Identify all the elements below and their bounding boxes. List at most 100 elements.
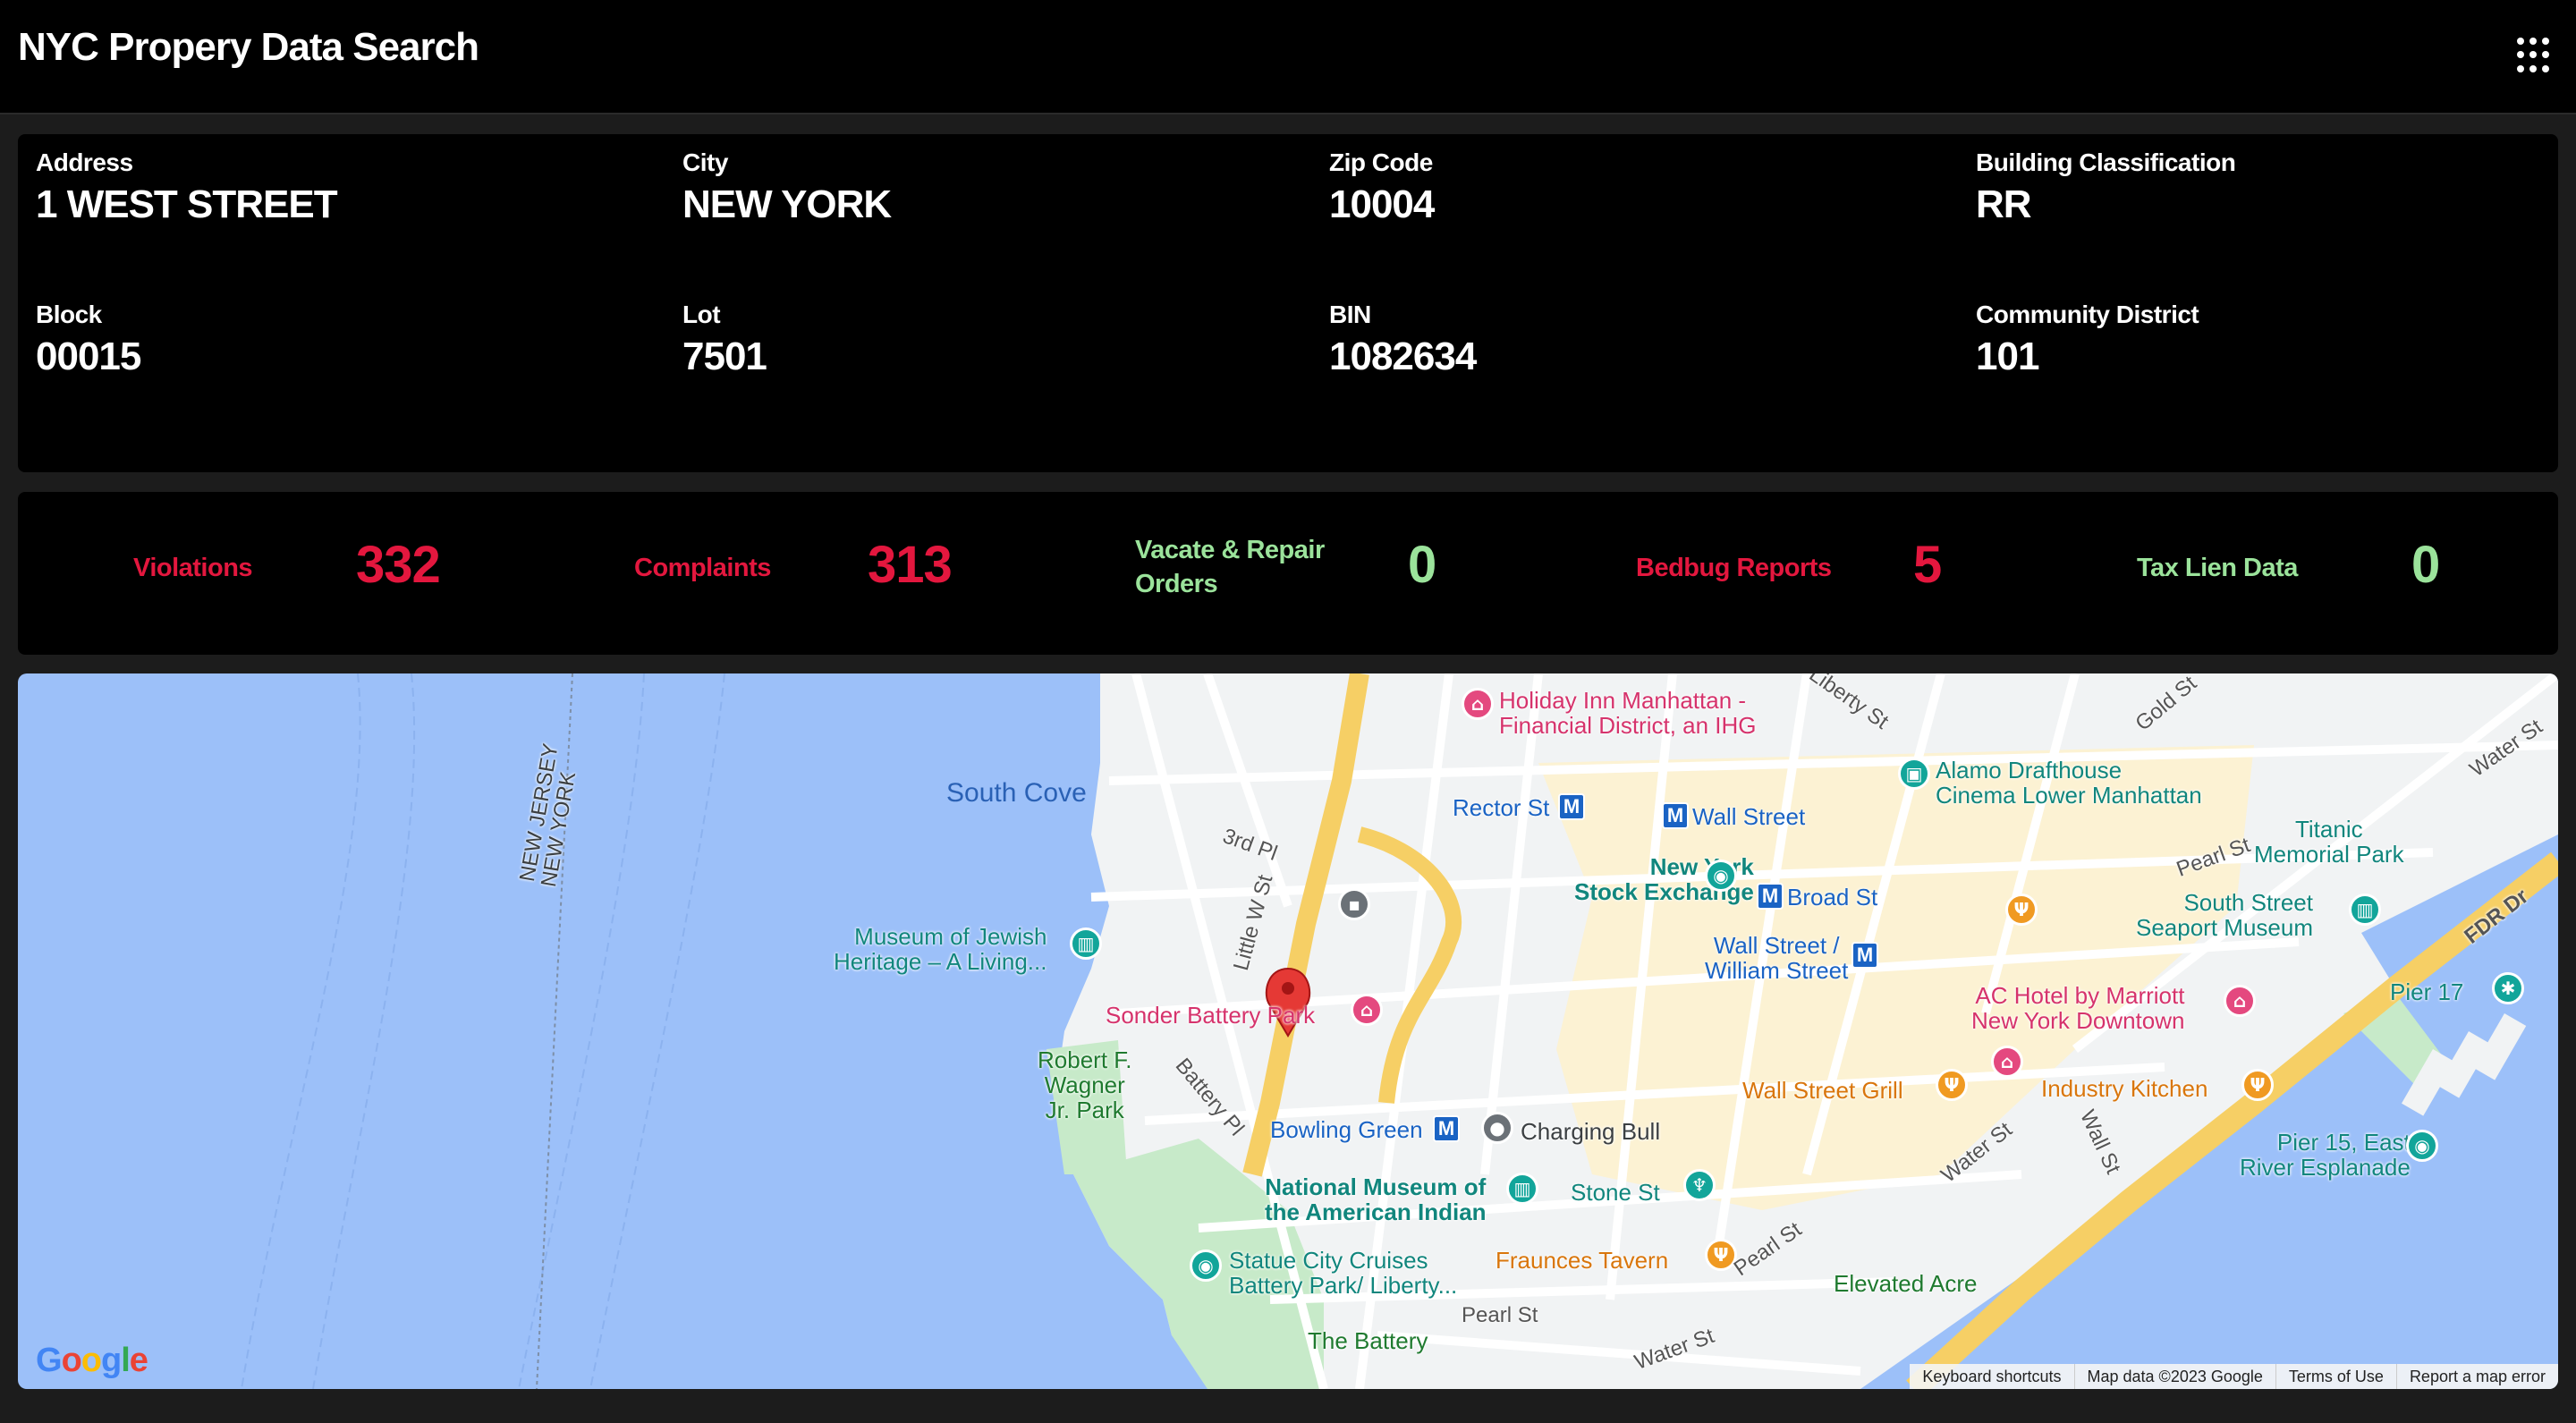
poi-sonder[interactable]: Sonder Battery Park xyxy=(1106,1003,1315,1028)
hotel-icon[interactable]: ⌂ xyxy=(2224,985,2256,1017)
poi-statue-cruises[interactable]: Statue City Cruises Battery Park/ Libert… xyxy=(1229,1248,1457,1298)
apps-grid-icon[interactable] xyxy=(2517,38,2553,73)
poi-titanic[interactable]: Titanic Memorial Park xyxy=(2254,817,2404,867)
poi-charging-bull[interactable]: Charging Bull xyxy=(1521,1119,1660,1144)
poi-seaport-line-1: South Street xyxy=(2183,889,2313,916)
google-logo: Google xyxy=(36,1342,148,1379)
poi-jewish-heritage[interactable]: Museum of Jewish Heritage – A Living... xyxy=(834,924,1046,974)
poi-wall-street-grill[interactable]: Wall Street Grill xyxy=(1742,1078,1903,1103)
restaurant-icon[interactable]: Ψ xyxy=(1936,1069,1968,1101)
vacate-label-line-2: Orders xyxy=(1135,570,1218,598)
hotel-icon[interactable]: ⌂ xyxy=(1462,688,1494,720)
complaints-label[interactable]: Complaints xyxy=(634,551,771,585)
poi-statue-line-2: Battery Park/ Liberty... xyxy=(1229,1272,1458,1299)
address-field: Address 1 WEST STREET xyxy=(36,148,338,227)
district-field: Community District 101 xyxy=(1976,301,2199,379)
subway-icon[interactable]: M xyxy=(1433,1115,1460,1142)
poi-titanic-line-1: Titanic xyxy=(2294,816,2363,843)
poi-wall-william-line-2: William Street xyxy=(1705,957,1849,984)
poi-statue-line-1: Statue City Cruises xyxy=(1229,1247,1428,1274)
poi-industry-kitchen[interactable]: Industry Kitchen xyxy=(2041,1076,2207,1101)
poi-jewish-line-1: Museum of Jewish xyxy=(854,923,1047,950)
poi-wall-william[interactable]: Wall Street / William Street xyxy=(1705,933,1848,983)
taxlien-label[interactable]: Tax Lien Data xyxy=(2137,551,2298,585)
poi-wall-william-line-1: Wall Street / xyxy=(1713,932,1840,959)
poi-fraunces-tavern[interactable]: Fraunces Tavern xyxy=(1496,1248,1668,1273)
block-value: 00015 xyxy=(36,335,141,378)
district-value: 101 xyxy=(1976,335,2039,378)
address-value: 1 WEST STREET xyxy=(36,182,338,226)
landmark-pin-icon[interactable]: ● xyxy=(1481,1112,1513,1144)
poi-alamo-line-2: Cinema Lower Manhattan xyxy=(1936,782,2202,809)
restaurant-icon[interactable]: Ψ xyxy=(2005,894,2038,926)
poi-nmai[interactable]: National Museum of the American Indian xyxy=(1265,1174,1487,1224)
complaints-count[interactable]: 313 xyxy=(868,535,953,595)
subway-icon[interactable]: M xyxy=(1757,883,1784,910)
attraction-icon[interactable]: ✱ xyxy=(2492,972,2524,1004)
poi-wall-street[interactable]: Wall Street xyxy=(1692,804,1805,829)
report-error-link[interactable]: Report a map error xyxy=(2395,1364,2558,1389)
poi-wagner-line-2: Wagner xyxy=(1044,1071,1125,1098)
shipping-lanes xyxy=(241,673,725,1389)
poi-broad-st[interactable]: Broad St xyxy=(1787,885,1877,910)
property-map[interactable]: South Cove NEW JERSEY NEW YORK ⌂ Holiday… xyxy=(18,673,2558,1389)
subway-icon[interactable]: M xyxy=(1852,942,1878,969)
hotel-icon[interactable]: ⌂ xyxy=(1991,1046,2023,1078)
poi-seaport-museum[interactable]: South Street Seaport Museum xyxy=(2136,890,2313,940)
bedbug-label[interactable]: Bedbug Reports xyxy=(1636,551,1832,585)
poi-pier-17[interactable]: Pier 17 xyxy=(2390,979,2463,1004)
city-value: NEW YORK xyxy=(682,182,892,226)
poi-holiday-inn[interactable]: Holiday Inn Manhattan - Financial Distri… xyxy=(1499,688,1757,738)
camera-icon[interactable]: ◉ xyxy=(1190,1249,1222,1282)
poi-ac-hotel-line-1: AC Hotel by Marriott xyxy=(1975,982,2185,1009)
museum-icon[interactable]: ▥ xyxy=(1070,927,1102,960)
violations-label[interactable]: Violations xyxy=(133,551,253,585)
zip-value: 10004 xyxy=(1329,182,1435,226)
map-data-attribution: Map data ©2023 Google xyxy=(2073,1364,2275,1389)
subway-icon[interactable]: M xyxy=(1662,802,1689,829)
camera-icon[interactable]: ◉ xyxy=(2406,1130,2438,1162)
violations-count[interactable]: 332 xyxy=(356,535,441,595)
zip-label: Zip Code xyxy=(1329,148,1433,176)
classification-label: Building Classification xyxy=(1976,148,2236,176)
poi-nmai-line-1: National Museum of xyxy=(1265,1173,1487,1200)
district-label: Community District xyxy=(1976,301,2199,328)
poi-rector-st[interactable]: Rector St xyxy=(1453,795,1549,820)
bedbug-count[interactable]: 5 xyxy=(1913,535,1942,595)
address-label: Address xyxy=(36,148,133,176)
poi-the-battery[interactable]: The Battery xyxy=(1308,1328,1428,1353)
restaurant-icon[interactable]: Ψ xyxy=(2241,1069,2274,1101)
poi-pier-15[interactable]: Pier 15, East River Esplanade xyxy=(2240,1130,2411,1180)
hotel-icon[interactable]: ⌂ xyxy=(1351,994,1383,1026)
poi-titanic-line-2: Memorial Park xyxy=(2254,841,2404,868)
property-details-panel: Address 1 WEST STREET City NEW YORK Zip … xyxy=(18,134,2558,472)
keyboard-shortcuts-link[interactable]: Keyboard shortcuts xyxy=(1910,1364,2073,1389)
poi-ac-hotel[interactable]: AC Hotel by Marriott New York Downtown xyxy=(1971,983,2184,1033)
poi-nmai-line-2: the American Indian xyxy=(1265,1199,1487,1225)
poi-bowling-green[interactable]: Bowling Green xyxy=(1270,1117,1423,1142)
classification-value: RR xyxy=(1976,182,2032,226)
parking-garage-icon[interactable]: ▪ xyxy=(1338,888,1370,920)
poi-alamo[interactable]: Alamo Drafthouse Cinema Lower Manhattan xyxy=(1936,758,2202,808)
top-bar: NYC Propery Data Search xyxy=(0,0,2576,114)
subway-icon[interactable]: M xyxy=(1558,793,1585,820)
street-label: Pearl St xyxy=(1462,1303,1538,1327)
vacate-count[interactable]: 0 xyxy=(1408,535,1436,595)
attraction-icon[interactable]: ♆ xyxy=(1683,1169,1716,1201)
zip-field: Zip Code 10004 xyxy=(1329,148,1435,227)
restaurant-icon[interactable]: Ψ xyxy=(1705,1239,1737,1271)
lot-field: Lot 7501 xyxy=(682,301,767,379)
poi-pier15-line-1: Pier 15, East xyxy=(2276,1129,2411,1156)
museum-icon[interactable]: ▥ xyxy=(2349,894,2381,926)
poi-seaport-line-2: Seaport Museum xyxy=(2136,914,2313,941)
terms-link[interactable]: Terms of Use xyxy=(2275,1364,2396,1389)
camera-icon[interactable]: ◉ xyxy=(1705,860,1737,892)
taxlien-count[interactable]: 0 xyxy=(2411,535,2440,595)
vacate-label[interactable]: Vacate & Repair Orders xyxy=(1135,533,1325,601)
vacate-label-line-1: Vacate & Repair xyxy=(1135,536,1325,564)
poi-stone-st[interactable]: Stone St xyxy=(1571,1180,1660,1205)
museum-icon[interactable]: ▥ xyxy=(1506,1173,1538,1205)
cinema-icon[interactable]: ▣ xyxy=(1898,758,1930,790)
poi-elevated-acre[interactable]: Elevated Acre xyxy=(1834,1271,1977,1296)
poi-wagner-park[interactable]: Robert F. Wagner Jr. Park xyxy=(1038,1047,1132,1122)
